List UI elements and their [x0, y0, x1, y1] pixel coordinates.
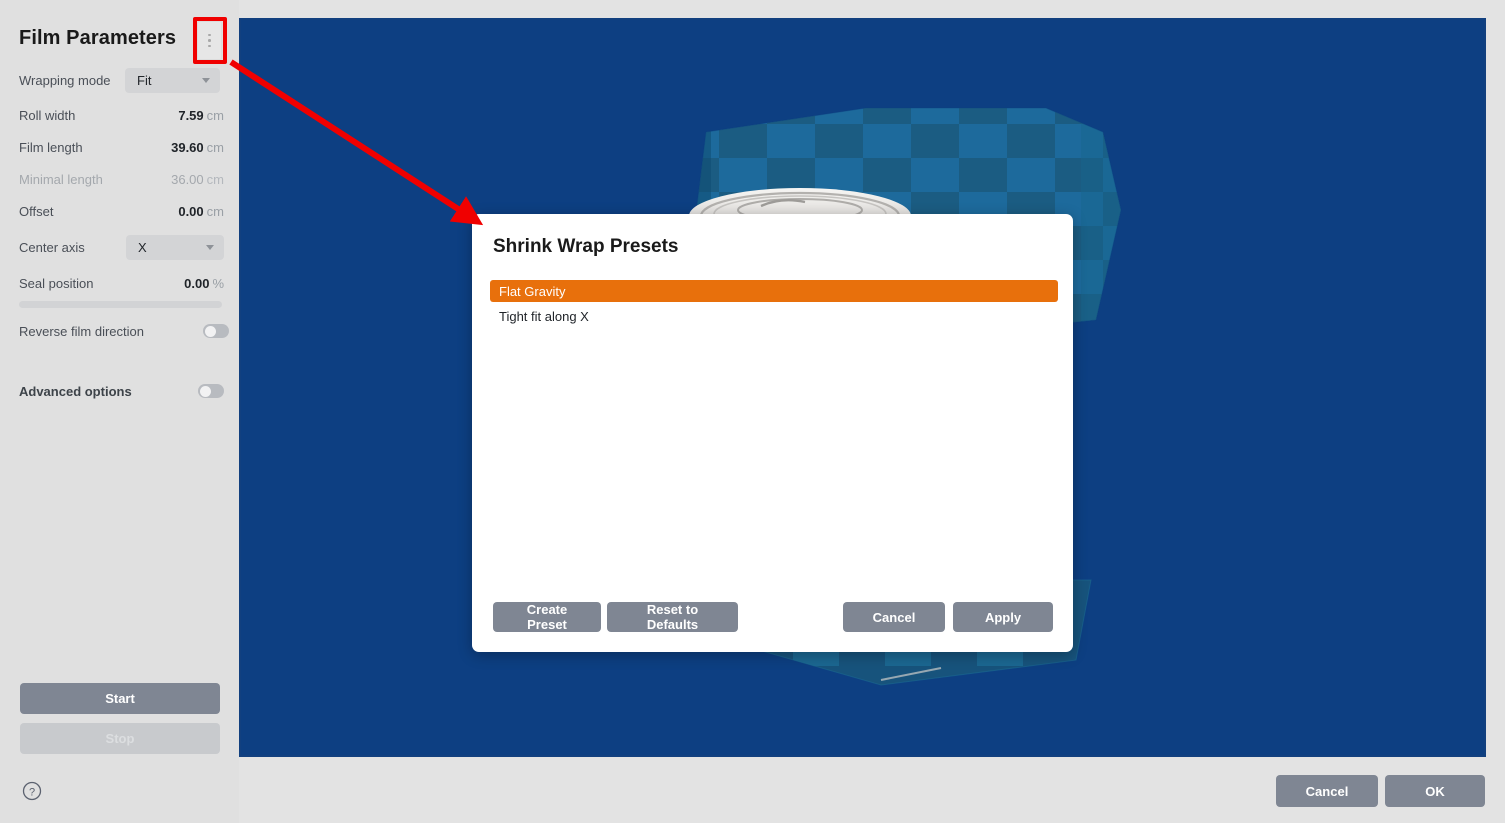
value-unit: cm — [206, 139, 224, 155]
value-number: 7.59 — [178, 107, 204, 123]
field-label: Reverse film direction — [19, 323, 144, 339]
field-label: Offset — [19, 203, 54, 219]
field-seal-position: Seal position 0.00% — [0, 272, 239, 294]
kebab-menu-icon — [208, 33, 211, 37]
field-label: Advanced options — [19, 383, 132, 399]
field-value[interactable]: 7.59 cm — [178, 108, 224, 123]
field-film-length: Film length 39.60 cm — [0, 136, 239, 158]
help-circle-icon[interactable]: ? — [22, 781, 42, 801]
field-label: Minimal length — [19, 171, 103, 187]
page-title: Film Parameters — [19, 27, 177, 49]
toggle-advanced-options[interactable] — [198, 384, 224, 398]
value-number: 0.00 — [184, 275, 210, 291]
create-preset-button[interactable]: Create Preset — [493, 602, 601, 632]
dialog-title: Shrink Wrap Presets — [493, 236, 679, 257]
start-button[interactable]: Start — [20, 683, 220, 714]
film-parameters-panel: Film Parameters Wrapping mode Fit Roll w… — [0, 0, 239, 823]
cancel-button[interactable]: Cancel — [1276, 775, 1378, 807]
field-label: Wrapping mode — [19, 72, 111, 88]
value-unit: cm — [206, 203, 224, 219]
dialog-cancel-button[interactable]: Cancel — [843, 602, 945, 632]
kebab-menu-icon — [208, 44, 211, 48]
field-value[interactable]: 39.60 cm — [171, 140, 224, 155]
value-number: 39.60 — [171, 139, 204, 155]
dropdown-value: X — [138, 240, 147, 255]
ok-button[interactable]: OK — [1385, 775, 1485, 807]
dropdown-wrapping-mode[interactable]: Fit — [125, 68, 220, 93]
value-unit: cm — [206, 107, 224, 123]
dialog-apply-button[interactable]: Apply — [953, 602, 1053, 632]
value-number: 36.00 — [171, 171, 204, 187]
preset-list[interactable]: Flat Gravity Tight fit along X — [490, 280, 1058, 580]
reset-to-defaults-button[interactable]: Reset to Defaults — [607, 602, 738, 632]
field-minimal-length: Minimal length 36.00 cm — [0, 168, 239, 190]
dropdown-center-axis[interactable]: X — [126, 235, 224, 260]
field-value[interactable]: 0.00% — [184, 276, 224, 291]
list-item[interactable]: Flat Gravity — [490, 280, 1058, 302]
value-unit: cm — [206, 171, 224, 187]
field-label: Seal position — [19, 275, 94, 291]
field-label: Roll width — [19, 107, 76, 123]
field-label: Film length — [19, 139, 83, 155]
shrink-wrap-presets-dialog: Shrink Wrap Presets Flat Gravity Tight f… — [472, 214, 1073, 652]
kebab-menu-button[interactable] — [197, 21, 222, 60]
application-window: Film Parameters Wrapping mode Fit Roll w… — [0, 0, 1505, 823]
svg-text:?: ? — [29, 786, 35, 798]
value-unit: % — [212, 275, 224, 291]
field-offset: Offset 0.00 cm — [0, 200, 239, 222]
stop-button: Stop — [20, 723, 220, 754]
field-label: Center axis — [19, 239, 85, 255]
field-roll-width: Roll width 7.59 cm — [0, 104, 239, 126]
seal-position-slider[interactable] — [19, 301, 222, 308]
chevron-down-icon — [206, 245, 214, 250]
toggle-reverse-film-direction[interactable] — [203, 324, 229, 338]
kebab-menu-icon — [208, 39, 211, 42]
field-value: 36.00 cm — [171, 172, 224, 187]
list-item[interactable]: Tight fit along X — [490, 305, 1058, 327]
value-number: 0.00 — [178, 203, 204, 219]
chevron-down-icon — [202, 78, 210, 83]
dropdown-value: Fit — [137, 73, 152, 88]
field-value[interactable]: 0.00 cm — [178, 204, 224, 219]
